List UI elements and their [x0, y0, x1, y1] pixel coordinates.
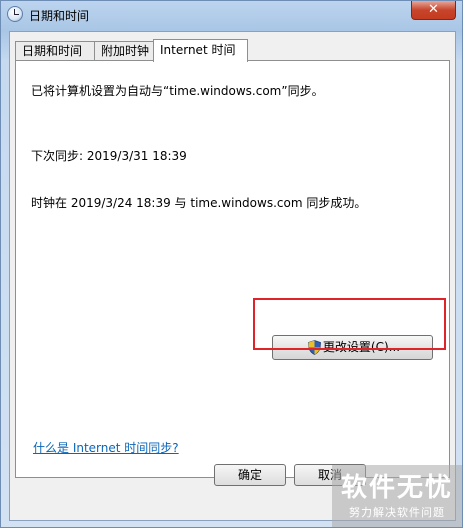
- dialog-client: 日期和时间 附加时钟 Internet 时间 已将计算机设置为自动与“time.…: [9, 31, 456, 521]
- watermark: 软件无忧 努力解决软件问题: [332, 465, 462, 527]
- tab-date-time[interactable]: 日期和时间: [15, 41, 95, 61]
- date-time-dialog: 日期和时间 ✕ 日期和时间 附加时钟 Internet 时间 已将计算机设置为自…: [0, 0, 463, 528]
- change-settings-button[interactable]: 更改设置(C)...: [272, 335, 433, 360]
- title-bar[interactable]: 日期和时间 ✕: [1, 1, 462, 27]
- watermark-sub: 努力解决软件问题: [349, 506, 445, 519]
- watermark-main: 软件无忧: [340, 473, 453, 503]
- internet-time-panel: 已将计算机设置为自动与“time.windows.com”同步。 下次同步: 2…: [15, 60, 450, 478]
- ok-button[interactable]: 确定: [214, 464, 286, 486]
- tab-additional-clocks[interactable]: 附加时钟: [94, 41, 154, 61]
- close-button[interactable]: ✕: [411, 1, 456, 20]
- clock-icon: [7, 6, 23, 22]
- sync-setting-text: 已将计算机设置为自动与“time.windows.com”同步。: [31, 84, 324, 98]
- window-title: 日期和时间: [29, 9, 90, 23]
- next-sync-text: 下次同步: 2019/3/31 18:39: [31, 149, 187, 163]
- uac-shield-icon: [308, 340, 321, 355]
- internet-time-help-link[interactable]: 什么是 Internet 时间同步?: [33, 439, 179, 456]
- change-settings-label: 更改设置(C)...: [322, 340, 401, 354]
- last-sync-text: 时钟在 2019/3/24 18:39 与 time.windows.com 同…: [31, 196, 367, 210]
- tab-internet-time[interactable]: Internet 时间: [153, 39, 248, 62]
